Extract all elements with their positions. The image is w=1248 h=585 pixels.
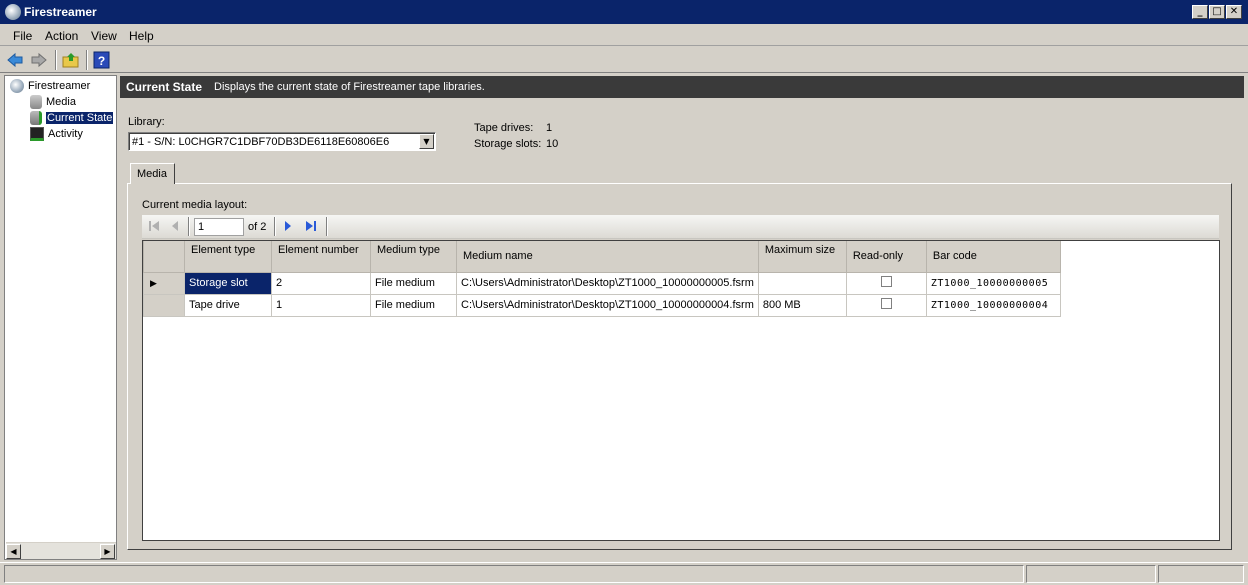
menu-help[interactable]: Help (129, 29, 154, 43)
tree-item-activity[interactable]: Activity (30, 127, 83, 141)
firestreamer-icon (10, 79, 24, 93)
page-number-input[interactable] (194, 218, 244, 236)
tree-item-label: Media (46, 95, 76, 108)
storage-slots-label: Storage slots: (474, 138, 542, 150)
chevron-down-icon[interactable]: ▼ (419, 134, 434, 149)
tape-drives-label: Tape drives: (474, 122, 534, 134)
minimize-button[interactable]: _ (1192, 5, 1208, 19)
svg-text:?: ? (98, 54, 105, 68)
forward-arrow-icon[interactable] (30, 51, 48, 69)
column-header-element-type[interactable]: Element type (184, 241, 272, 273)
read-only-checkbox[interactable] (880, 298, 892, 309)
content-header: Current State Displays the current state… (120, 76, 1244, 98)
media-grid: Element type Element number Medium type … (142, 240, 1220, 541)
window-title: Firestreamer (24, 5, 97, 19)
column-header-medium-name[interactable]: Medium name (456, 241, 759, 273)
status-panel-main (4, 565, 1024, 583)
library-label: Library: (128, 116, 165, 128)
library-state-icon (30, 111, 42, 125)
page-title: Current State (126, 80, 203, 94)
tree-item-media[interactable]: Media (30, 95, 76, 109)
menu-view[interactable]: View (91, 29, 117, 43)
cell-bar-code[interactable]: ZT1000_10000000005 (925, 271, 1061, 295)
media-layout-label: Current media layout: (142, 199, 248, 211)
column-header-maximum-size[interactable]: Maximum size (757, 241, 847, 273)
menu-file[interactable]: File (13, 29, 32, 43)
maximize-button[interactable]: □ (1209, 5, 1225, 19)
toolbar: ? (0, 47, 1248, 73)
cell-element-number[interactable]: 1 (271, 293, 371, 317)
column-header-element-number[interactable]: Element number (271, 241, 371, 273)
tab-media[interactable]: Media (130, 163, 175, 184)
activity-monitor-icon (30, 127, 44, 141)
cell-medium-name[interactable]: C:\Users\Administrator\Desktop\ZT1000_10… (456, 271, 759, 295)
menu-action[interactable]: Action (45, 29, 78, 43)
status-panel-3 (1158, 565, 1244, 583)
table-row[interactable]: ▶ Storage slot 2 File medium C:\Users\Ad… (143, 271, 1061, 295)
read-only-checkbox[interactable] (880, 276, 892, 287)
tree-item-label: Activity (48, 127, 83, 140)
tree-root-label: Firestreamer (28, 79, 91, 92)
tree-item-current-state[interactable]: Current State (30, 110, 115, 125)
cell-maximum-size[interactable]: 800 MB (757, 293, 847, 317)
previous-page-icon[interactable] (170, 220, 180, 232)
first-page-icon[interactable] (148, 220, 160, 232)
library-select-value: #1 - S/N: L0CHGR7C1DBF70DB3DE6118E60806E… (132, 136, 390, 148)
cell-element-type[interactable]: Storage slot (184, 271, 272, 295)
cell-read-only[interactable] (845, 293, 927, 317)
page-count-label: of 2 (248, 221, 267, 233)
help-icon[interactable]: ? (93, 51, 111, 69)
scroll-left-icon[interactable]: ◀ (6, 544, 21, 559)
cell-medium-type[interactable]: File medium (370, 293, 457, 317)
close-button[interactable]: ✕ (1226, 5, 1242, 19)
row-header-corner (143, 241, 185, 273)
up-folder-icon[interactable] (62, 51, 80, 69)
cell-read-only[interactable] (845, 271, 927, 295)
current-row-icon: ▶ (150, 278, 157, 288)
storage-slots-value: 10 (546, 138, 559, 150)
pager-toolbar: of 2 (142, 215, 1219, 239)
tab-media-label: Media (137, 168, 167, 180)
cell-bar-code[interactable]: ZT1000_10000000004 (925, 293, 1061, 317)
media-table: Element type Element number Medium type … (143, 241, 1061, 317)
title-bar: Firestreamer _ □ ✕ (0, 0, 1248, 24)
tree-item-label: Current State (44, 110, 115, 125)
next-page-icon[interactable] (283, 220, 293, 232)
cell-maximum-size[interactable] (757, 271, 847, 295)
library-select[interactable]: #1 - S/N: L0CHGR7C1DBF70DB3DE6118E60806E… (128, 132, 436, 151)
scroll-right-icon[interactable]: ▶ (100, 544, 115, 559)
tree-root-firestreamer[interactable]: Firestreamer (10, 79, 90, 93)
database-icon (30, 95, 42, 109)
column-header-bar-code[interactable]: Bar code (925, 241, 1061, 273)
cell-element-number[interactable]: 2 (271, 271, 371, 295)
tree-horizontal-scrollbar[interactable]: ◀ ▶ (6, 542, 116, 559)
cell-element-type[interactable]: Tape drive (184, 293, 272, 317)
status-panel-2 (1026, 565, 1156, 583)
last-page-icon[interactable] (305, 220, 317, 232)
cell-medium-type[interactable]: File medium (370, 271, 457, 295)
back-arrow-icon[interactable] (6, 51, 24, 69)
row-selector[interactable]: ▶ (143, 271, 185, 295)
cell-medium-name[interactable]: C:\Users\Administrator\Desktop\ZT1000_10… (456, 293, 759, 317)
tape-drives-value: 1 (546, 122, 553, 134)
row-selector[interactable] (143, 293, 185, 317)
table-row[interactable]: Tape drive 1 File medium C:\Users\Admini… (143, 293, 1061, 317)
navigation-tree: Firestreamer Media Current State Activit… (4, 75, 117, 560)
menu-bar: File Action View Help (0, 24, 1248, 46)
page-description: Displays the current state of Firestream… (214, 81, 485, 93)
column-header-read-only[interactable]: Read-only (845, 241, 927, 273)
status-bar (0, 562, 1248, 585)
table-header-row: Element type Element number Medium type … (143, 241, 1061, 273)
column-header-medium-type[interactable]: Medium type (370, 241, 457, 273)
app-icon (5, 4, 21, 20)
